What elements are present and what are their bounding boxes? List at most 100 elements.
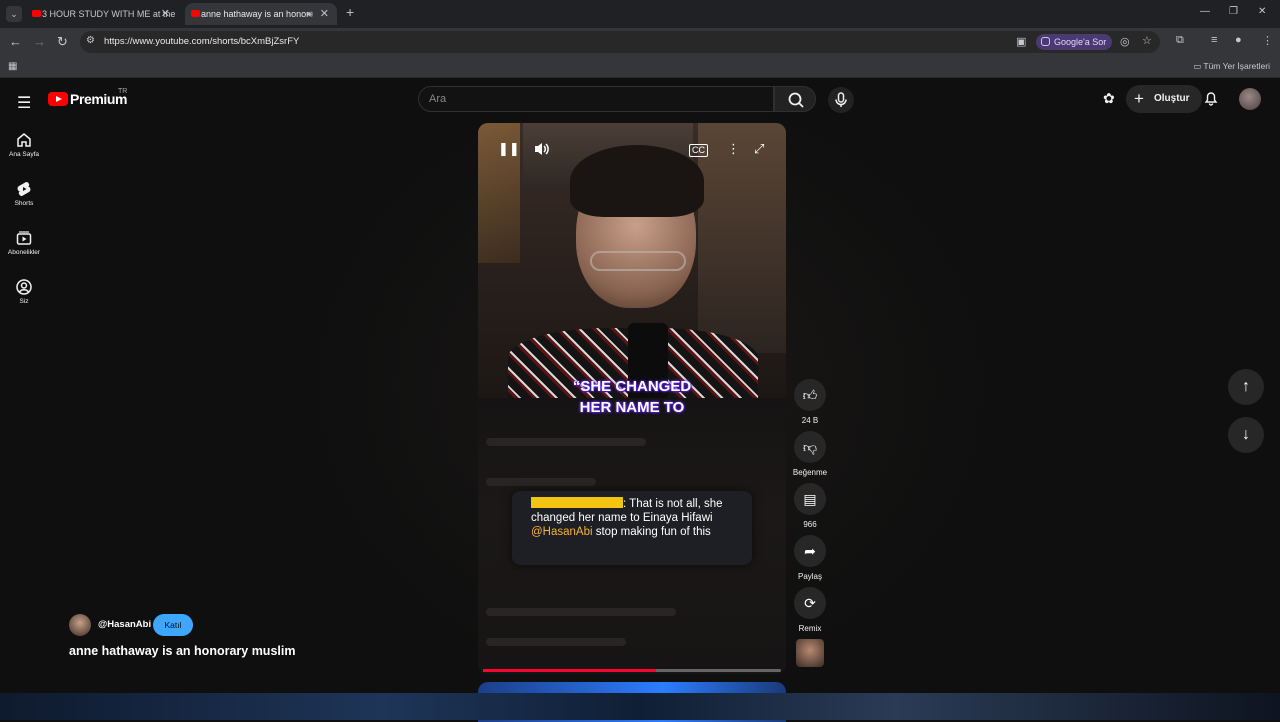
video-caption: “SHE CHANGED HER NAME TO: [478, 376, 786, 418]
dislike-button[interactable]: 👎︎ Beğenme: [792, 431, 828, 477]
create-label: Oluştur: [1154, 93, 1190, 104]
fullscreen-icon[interactable]: ⤢: [754, 141, 764, 157]
blurred-chat-line: [486, 638, 626, 646]
comment-tail: stop making fun of this: [592, 526, 711, 538]
extensions-icon[interactable]: ⧉: [1176, 34, 1184, 47]
tab-search-button[interactable]: ⌄: [6, 6, 22, 22]
apps-grid-icon[interactable]: ▦: [8, 61, 17, 72]
streamer-glasses: [590, 251, 686, 271]
blurred-chat-line: [486, 438, 646, 446]
home-icon: [17, 133, 31, 147]
guide-item-shorts[interactable]: Shorts: [0, 180, 48, 207]
guide-label: Ana Sayfa: [9, 151, 39, 158]
browser-tab-study[interactable]: 3 HOUR STUDY WITH ME at the ✕: [26, 3, 178, 25]
like-count: 24 B: [801, 416, 819, 425]
volume-icon[interactable]: [533, 141, 551, 160]
short-title: anne hathaway is an honorary muslim: [69, 644, 296, 658]
create-button[interactable]: + Oluştur: [1126, 85, 1202, 113]
youtube-shorts-page: ☰ Premium TR Ara ✿ + Oluştur Ana Sayfa S…: [0, 80, 1280, 722]
shorts-icon: [17, 181, 31, 197]
comment-mention: @HasanAbi: [531, 526, 593, 538]
account-avatar[interactable]: [1239, 88, 1261, 110]
more-options-icon[interactable]: ⋮: [727, 141, 740, 157]
comment-icon: ▤: [794, 483, 826, 515]
bookmarks-bar: ▦ ▭ Tüm Yer İşaretleri: [0, 56, 1280, 78]
video-frame-top: [478, 123, 786, 403]
arrow-down-icon: ↓: [1242, 426, 1250, 443]
reload-icon[interactable]: ↻: [57, 34, 68, 50]
google-ask-label: Google'a Sor: [1054, 37, 1107, 47]
you-icon: [16, 279, 32, 295]
comments-button[interactable]: ▤ 966: [792, 483, 828, 529]
close-tab-icon[interactable]: ✕: [320, 3, 329, 25]
site-info-icon[interactable]: ⚙︎: [86, 35, 95, 46]
guide-menu-icon[interactable]: ☰: [17, 93, 31, 113]
background-shelf: [698, 123, 786, 353]
notifications-bell-icon[interactable]: [1203, 90, 1219, 109]
guide-label: Abonelikler: [7, 249, 41, 256]
guide-item-subscriptions[interactable]: Abonelikler: [0, 229, 48, 256]
remix-button[interactable]: ⟳ Remix: [792, 587, 828, 633]
youtube-favicon-icon: [191, 10, 200, 17]
restore-icon[interactable]: ❐: [1229, 6, 1238, 17]
url-text[interactable]: https://www.youtube.com/shorts/bcXmBjZsr…: [104, 36, 299, 47]
browser-tab-bar: ⌄ 3 HOUR STUDY WITH ME at the ✕ anne hat…: [0, 0, 1280, 28]
browser-tab-active[interactable]: anne hathaway is an honor 🔊︎ ✕: [185, 3, 337, 25]
guide-item-home[interactable]: Ana Sayfa: [0, 131, 48, 158]
remix-label: Remix: [798, 624, 822, 633]
channel-avatar[interactable]: [69, 614, 91, 636]
menu-icon[interactable]: ⋮: [1262, 34, 1273, 47]
sound-thumbnail[interactable]: [796, 639, 824, 667]
cast-icon[interactable]: ▣: [1016, 35, 1026, 48]
address-bar[interactable]: ⚙︎ https://www.youtube.com/shorts/bcXmBj…: [80, 31, 1160, 53]
country-code: TR: [118, 88, 128, 95]
tab-title: 3 HOUR STUDY WITH ME at the: [42, 9, 176, 19]
streamer-hair: [570, 145, 704, 217]
youtube-logo-icon: [48, 92, 68, 106]
caption-line: “SHE CHANGED: [572, 378, 692, 395]
share-label: Paylaş: [797, 572, 822, 581]
forward-icon[interactable]: →: [33, 34, 46, 49]
back-icon[interactable]: ←: [9, 34, 22, 49]
guide-label: Siz: [19, 298, 29, 305]
next-short-background: [0, 693, 1280, 720]
close-window-icon[interactable]: ✕: [1258, 6, 1266, 17]
pause-icon[interactable]: ❚❚: [498, 141, 520, 157]
like-button[interactable]: 👍︎ 24 B: [792, 379, 828, 425]
voice-search-button[interactable]: [828, 87, 854, 113]
new-tab-button[interactable]: +: [346, 4, 354, 20]
hide-eye-icon[interactable]: ◎: [1120, 35, 1130, 48]
tab-title: anne hathaway is an honor: [201, 9, 310, 19]
search-input[interactable]: Ara: [418, 86, 774, 112]
google-ask-button[interactable]: Google'a Sor: [1036, 34, 1113, 50]
youtube-favicon-icon: [32, 10, 41, 17]
blurred-chat-line: [486, 608, 676, 616]
share-button[interactable]: ➦ Paylaş: [792, 535, 828, 581]
search-placeholder: Ara: [429, 93, 447, 105]
plus-icon: +: [1134, 89, 1144, 108]
caption-line: HER NAME TO: [579, 399, 685, 416]
dislike-label: Beğenme: [792, 468, 828, 477]
close-tab-icon[interactable]: ✕: [161, 3, 170, 25]
all-bookmarks-button[interactable]: ▭ Tüm Yer İşaretleri: [1193, 61, 1270, 72]
audio-playing-icon[interactable]: 🔊︎: [307, 3, 313, 25]
join-button[interactable]: Katıl: [153, 614, 193, 636]
remix-icon: ⟳: [794, 587, 826, 619]
profile-icon[interactable]: ●: [1235, 34, 1242, 46]
bookmark-star-icon[interactable]: ☆: [1142, 34, 1152, 47]
previous-short-button[interactable]: ↑: [1228, 369, 1264, 405]
minimize-icon[interactable]: —: [1200, 6, 1210, 17]
redacted-username: [531, 497, 623, 508]
premium-games-icon[interactable]: ✿: [1103, 90, 1115, 107]
guide-item-you[interactable]: Siz: [0, 278, 48, 305]
progress-fill: [483, 669, 656, 672]
channel-name[interactable]: @HasanAbi: [98, 619, 151, 630]
browser-toolbar: ← → ↻ ⚙︎ https://www.youtube.com/shorts/…: [0, 28, 1280, 56]
media-control-icon[interactable]: ≡: [1211, 34, 1217, 46]
captions-icon[interactable]: CC: [689, 144, 708, 157]
shorts-video-player[interactable]: “SHE CHANGED HER NAME TO : That is not a…: [478, 123, 786, 674]
playback-progress-bar[interactable]: [483, 669, 781, 672]
search-button[interactable]: [774, 86, 816, 112]
guide-label: Shorts: [14, 200, 34, 207]
next-short-button[interactable]: ↓: [1228, 417, 1264, 453]
